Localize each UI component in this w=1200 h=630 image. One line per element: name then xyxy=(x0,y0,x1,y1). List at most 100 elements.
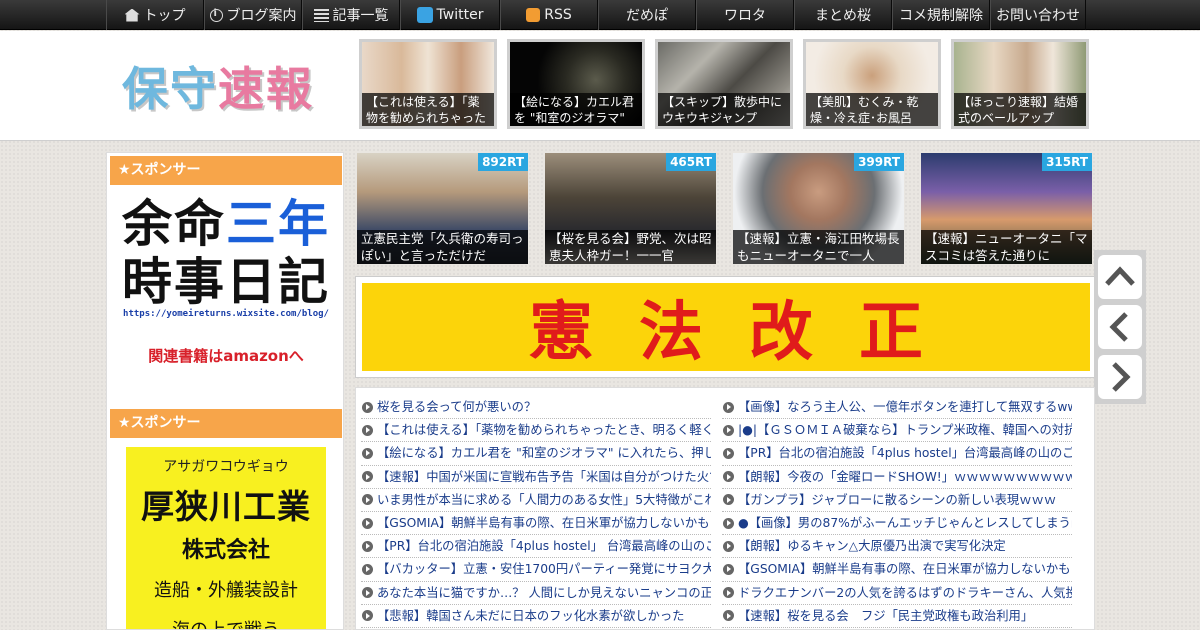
list-item[interactable]: 【速報】桜を見る会 フジ「民主党政権も政治利用」 xyxy=(722,605,1072,628)
sponsor-header: ★スポンサー xyxy=(110,409,342,438)
retweet-badge: 315RT xyxy=(1042,153,1092,171)
chevron-up-icon xyxy=(1105,266,1135,286)
sponsor-ad-yomei[interactable]: 余命三年 時事日記 https://yomeireturns.wixsite.c… xyxy=(110,195,342,385)
featured-thumb-4[interactable]: 315RT 【速報】ニューオータニ「マスコミは答えた通りに xyxy=(921,153,1092,264)
header-thumb-1[interactable]: 【これは使える】「薬物を勧められちゃったとき xyxy=(359,39,497,129)
thumb-caption: 【ほっこり速報】結婚式のベールアップ xyxy=(954,93,1086,126)
play-bullet-icon xyxy=(723,471,734,483)
site-logo[interactable]: 保守速報 xyxy=(122,53,314,119)
thumb-caption: 【桜を見る会】野党、次は昭恵夫人枠ガー！一一官 xyxy=(545,230,716,264)
retweet-badge: 399RT xyxy=(854,153,904,171)
ad-business: 造船・外艤装設計 xyxy=(154,580,298,601)
thumb-caption: 【美肌】むくみ・乾燥・冷え症･お風呂 xyxy=(806,93,938,126)
list-item[interactable]: 【PR】台北の宿泊施設「4plus hostel」 台湾最高峰の山のご紹介 xyxy=(361,535,711,559)
ad-amazon-link[interactable]: 関連書籍はamazonへ xyxy=(110,345,342,366)
previous-button[interactable] xyxy=(1098,305,1142,349)
list-item[interactable]: 【GSOMIA】朝鮮半島有事の際、在日米軍が協力しないかもし xyxy=(722,558,1072,582)
list-item[interactable]: 【これは使える】「薬物を勧められちゃったとき、明るく軽く xyxy=(361,419,711,443)
list-item[interactable]: ドラクエナンバー2の人気を誇るはずのドラキーさん、人気投票 xyxy=(722,582,1072,605)
play-bullet-icon xyxy=(723,610,734,622)
list-item[interactable]: 【GSOMIA】朝鮮半島有事の際、在日米軍が協力しないかもし xyxy=(361,512,711,536)
play-bullet-icon xyxy=(723,540,734,552)
list-item[interactable]: |●|【ＧＳＯＭＩＡ破棄なら】トランプ米政権、韓国への対抗措 xyxy=(722,419,1072,443)
list-item[interactable]: 【朗報】今夜の「金曜ロードSHOW!」ｗｗｗｗｗｗｗｗｗｗ xyxy=(722,466,1072,489)
chevron-right-icon xyxy=(1112,362,1131,392)
play-bullet-icon xyxy=(723,401,734,413)
nav-item-comment-unlock[interactable]: コメ規制解除 xyxy=(892,0,990,30)
scroll-up-button[interactable] xyxy=(1098,255,1142,299)
link-column-left: 桜を見る会って何が悪いの？ 【これは使える】「薬物を勧められちゃったとき、明るく… xyxy=(361,396,711,628)
nav-item-top[interactable]: トップ xyxy=(106,0,204,30)
ad-title-line1: 余命三年 xyxy=(122,195,330,253)
thumb-caption: 【これは使える】「薬物を勧められちゃったとき xyxy=(362,93,494,126)
antenna-link-list: 桜を見る会って何が悪いの？ 【これは使える】「薬物を勧められちゃったとき、明るく… xyxy=(355,387,1095,630)
play-bullet-icon xyxy=(362,471,373,483)
header-thumb-3[interactable]: 【スキップ】散歩中にウキウキジャンプ xyxy=(655,39,793,129)
featured-thumb-3[interactable]: 399RT 【速報】立憲・海江田牧場長もニューオータニで一人 xyxy=(733,153,904,264)
twitter-icon xyxy=(416,7,433,23)
constitution-banner[interactable]: 憲法改正 xyxy=(355,276,1095,378)
play-bullet-icon xyxy=(723,563,734,575)
thumb-caption: 【絵になる】カエル君を "和室のジオラマ" xyxy=(510,93,642,126)
list-item[interactable]: いま男性が本当に求める「人間力のある女性」5大特徴がこれい xyxy=(361,489,711,512)
play-bullet-icon xyxy=(362,587,373,599)
nav-item-contact[interactable]: お問い合わせ xyxy=(990,0,1086,30)
play-bullet-icon xyxy=(362,447,373,459)
play-bullet-icon xyxy=(362,517,373,529)
sponsor-header: ★スポンサー xyxy=(110,156,342,185)
link-column-right: 【画像】なろう主人公、一億年ボタンを連打して無双するwwww |●|【ＧＳＯＭＩ… xyxy=(722,396,1072,628)
next-button[interactable] xyxy=(1098,355,1142,399)
nav-item-blog-guide[interactable]: ブログ案内 xyxy=(204,0,302,30)
header-thumb-5[interactable]: 【ほっこり速報】結婚式のベールアップ xyxy=(951,39,1089,129)
nav-item-twitter[interactable]: Twitter xyxy=(400,0,500,30)
play-bullet-icon xyxy=(362,540,373,552)
nav-item-warota[interactable]: ワロタ xyxy=(696,0,794,30)
ad-slogan: 海の上で戦う xyxy=(126,616,326,629)
play-bullet-icon xyxy=(723,447,734,459)
chevron-left-icon xyxy=(1109,312,1128,342)
info-icon xyxy=(209,8,223,22)
list-item[interactable]: 桜を見る会って何が悪いの？ xyxy=(361,396,711,420)
play-bullet-icon xyxy=(723,517,734,529)
list-item[interactable]: 【絵になる】カエル君を "和室のジオラマ" に入れたら、押し入 xyxy=(361,442,711,466)
list-item[interactable]: ●【画像】男の87%がふーんエッチじゃんとレスしてしまう画像 xyxy=(722,512,1072,536)
list-item[interactable]: あなた本当に猫ですか…？ 人間にしか見えないニャンコの正座 xyxy=(361,582,711,605)
list-item[interactable]: 【速報】中国が米国に宣戦布告予告「米国は自分がつけた火で xyxy=(361,466,711,489)
banner-inner: 憲法改正 xyxy=(362,283,1090,371)
ad-url: https://yomeireturns.wixsite.com/blog/ xyxy=(123,309,329,319)
thumb-caption: 【スキップ】散歩中にウキウキジャンプ xyxy=(658,93,790,126)
thumb-caption: 立憲民主党「久兵衛の寿司っぽい」と言っただけだ xyxy=(357,230,528,264)
sidebar: ★スポンサー 余命三年 時事日記 https://yomeireturns.wi… xyxy=(106,152,344,630)
featured-thumb-2[interactable]: 465RT 【桜を見る会】野党、次は昭恵夫人枠ガー！一一官 xyxy=(545,153,716,264)
list-item[interactable]: 【画像】なろう主人公、一億年ボタンを連打して無双するwwww xyxy=(722,396,1072,420)
header-thumb-4[interactable]: 【美肌】むくみ・乾燥・冷え症･お風呂 xyxy=(803,39,941,129)
nav-item-rss[interactable]: RSS xyxy=(500,0,598,30)
list-item[interactable]: 【悲報】韓国さん未だに日本のフッ化水素が欲しかった xyxy=(361,605,711,628)
rss-icon xyxy=(526,8,541,22)
header-thumb-2[interactable]: 【絵になる】カエル君を "和室のジオラマ" xyxy=(507,39,645,129)
list-item[interactable]: 【朗報】ゆるキャン△大原優乃出演で実写化決定 xyxy=(722,535,1072,559)
thumb-caption: 【速報】立憲・海江田牧場長もニューオータニで一人 xyxy=(733,230,904,264)
thumb-caption: 【速報】ニューオータニ「マスコミは答えた通りに xyxy=(921,230,1092,264)
ad-title-line2: 時事日記 xyxy=(122,253,330,311)
list-item[interactable]: 【バカッター】立憲・安住1700円パーティー発覚にサヨク大荒 xyxy=(361,558,711,582)
retweet-badge: 892RT xyxy=(478,153,528,171)
nav-item-damepo[interactable]: だめぽ xyxy=(598,0,696,30)
play-bullet-icon xyxy=(362,424,373,436)
play-bullet-icon xyxy=(723,424,734,436)
list-item[interactable]: 【ガンプラ】ジャブローに散るシーンの新しい表現ｗｗｗ xyxy=(722,489,1072,512)
featured-thumb-1[interactable]: 892RT 立憲民主党「久兵衛の寿司っぽい」と言っただけだ xyxy=(357,153,528,264)
nav-item-article-list[interactable]: 記事一覧 xyxy=(302,0,400,30)
scroll-controls xyxy=(1094,250,1146,404)
play-bullet-icon xyxy=(362,610,373,622)
play-bullet-icon xyxy=(362,563,373,575)
play-bullet-icon xyxy=(362,494,373,506)
list-item[interactable]: 【PR】台北の宿泊施設「4plus hostel」台湾最高峰の山のご紹介 xyxy=(722,442,1072,466)
sponsor-ad-asagawa[interactable]: アサガワコウギョウ 厚狭川工業 株式会社 造船・外艤装設計 海の上で戦う xyxy=(126,447,326,629)
retweet-badge: 465RT xyxy=(666,153,716,171)
top-nav: トップ ブログ案内 記事一覧 Twitter RSS だめぽ ワロタ まとめ桜 … xyxy=(0,0,1200,30)
ad-company-kana: アサガワコウギョウ xyxy=(163,459,289,475)
nav-item-matome-sakura[interactable]: まとめ桜 xyxy=(794,0,892,30)
banner-text: 憲法改正 xyxy=(529,295,969,370)
ad-company-name: 厚狭川工業 xyxy=(141,487,311,526)
